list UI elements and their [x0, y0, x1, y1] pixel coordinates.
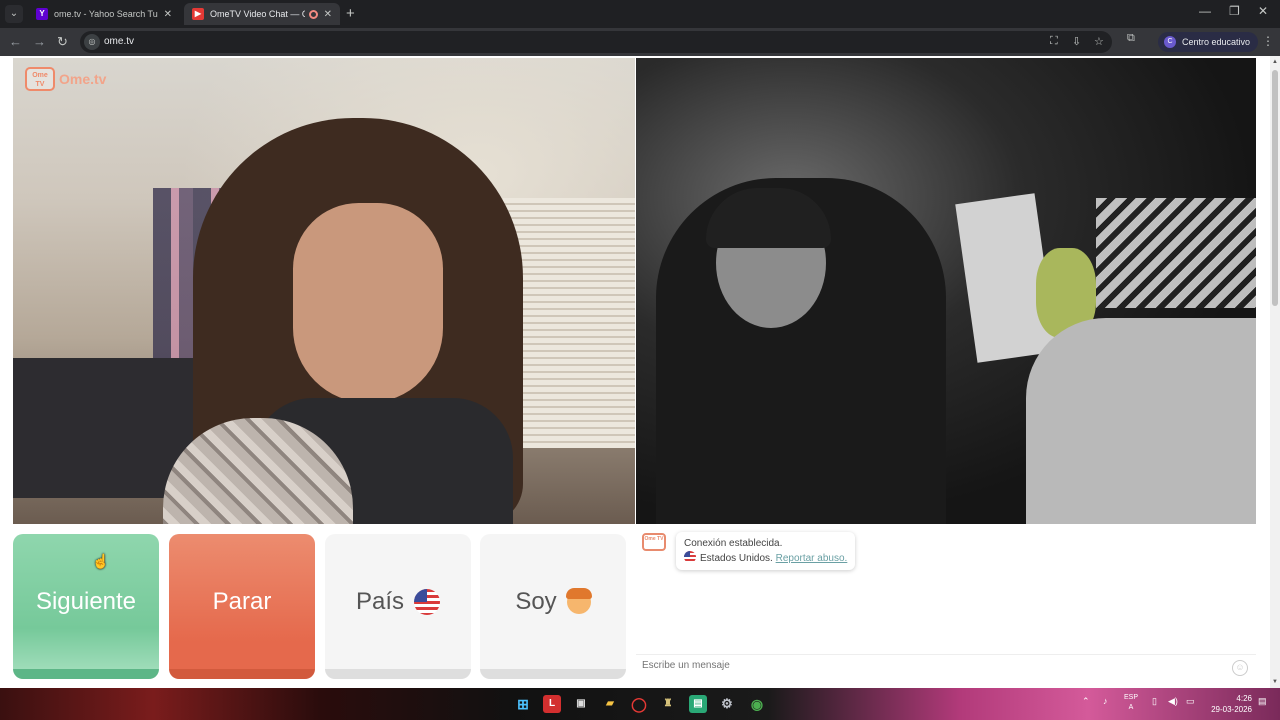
- file-explorer-icon[interactable]: ▰: [601, 695, 619, 713]
- notification-icon[interactable]: ▤: [1258, 696, 1267, 707]
- opera-icon[interactable]: ◯: [630, 695, 648, 713]
- person-face: [293, 203, 443, 403]
- next-button-label: Siguiente: [35, 587, 137, 615]
- translate-icon[interactable]: ⛶: [1050, 35, 1058, 48]
- window-close-icon[interactable]: ✕: [1258, 4, 1268, 18]
- partner-country: Estados Unidos.: [700, 553, 773, 564]
- local-video: Ome TV Ome.tv: [13, 58, 635, 524]
- menu-kebab-icon[interactable]: ⋮: [1262, 34, 1274, 48]
- report-abuse-link[interactable]: Reportar abuso.: [776, 553, 848, 564]
- recording-icon: [308, 9, 318, 19]
- browser-toolbar: ← → ↻ ◎ ome.tv ⛶ ⇩ ☆ ⧉ C Centro educativ…: [0, 28, 1280, 56]
- chat-panel: Ome TV Conexión establecida. Estados Uni…: [636, 526, 1256, 682]
- system-message: Conexión establecida. Estados Unidos. Re…: [676, 532, 856, 570]
- tray-chevron-icon[interactable]: ⌃: [1082, 696, 1090, 707]
- extensions-icon[interactable]: ⧉: [1127, 32, 1135, 45]
- reload-icon[interactable]: ↻: [57, 34, 68, 50]
- tray-app-icon[interactable]: ▯: [1152, 696, 1157, 707]
- gender-button-label: Soy: [515, 587, 557, 615]
- address-bar[interactable]: ◎ ome.tv ⛶ ⇩ ☆: [80, 31, 1112, 53]
- tab-ometv[interactable]: ▶ OmeTV Video Chat — Ome ✕: [184, 3, 340, 25]
- us-flag-icon: [684, 551, 696, 563]
- battery-icon[interactable]: ▭: [1186, 696, 1195, 707]
- mouse-cursor-icon: ☝: [92, 553, 110, 569]
- yahoo-icon: Y: [36, 8, 48, 20]
- country-button[interactable]: País: [325, 534, 471, 679]
- page-scrollbar[interactable]: ▲ ▼: [1270, 56, 1280, 688]
- scroll-down-icon[interactable]: ▼: [1271, 678, 1279, 686]
- close-icon[interactable]: ✕: [324, 9, 332, 20]
- country-button-label: País: [355, 587, 405, 615]
- windows-taskbar: ⊞ L ▣ ▰ ◯ ♜ ▤ ⚙ ◉ ⌃ ♪ ESP A ▯ ◀) ▭ 4:26 …: [0, 688, 1280, 720]
- gender-button[interactable]: Soy: [480, 534, 626, 679]
- next-button[interactable]: Siguiente: [13, 534, 159, 679]
- back-icon[interactable]: ←: [9, 34, 22, 49]
- boy-emoji-icon: [565, 587, 592, 614]
- app-icon[interactable]: ▤: [689, 695, 707, 713]
- close-icon[interactable]: ✕: [164, 9, 172, 20]
- bed: [13, 358, 193, 498]
- remote-person: [656, 178, 946, 524]
- us-flag-icon: [414, 588, 441, 615]
- connection-status: Conexión establecida.: [684, 538, 783, 549]
- stop-button[interactable]: Parar: [169, 534, 315, 679]
- avatar: C: [1164, 36, 1176, 48]
- tab-search-icon[interactable]: ⌄: [5, 5, 23, 23]
- profile-label: Centro educativo: [1182, 37, 1251, 47]
- restore-icon[interactable]: ❐: [1229, 4, 1240, 18]
- l-app-icon[interactable]: L: [543, 695, 561, 713]
- logo-text: Ome.tv: [59, 71, 107, 87]
- scroll-thumb[interactable]: [1272, 70, 1278, 306]
- microphone-icon[interactable]: ♪: [1103, 696, 1108, 706]
- windows-start-icon[interactable]: ⊞: [514, 695, 532, 713]
- store-icon[interactable]: ▣: [572, 695, 590, 713]
- volume-icon[interactable]: ◀): [1168, 696, 1178, 707]
- chat-input-row: ☺: [636, 654, 1256, 680]
- logo-icon: Ome TV: [25, 67, 55, 91]
- remote-video: [636, 58, 1256, 524]
- tab-title: ome.tv - Yahoo Search Tus resu: [54, 9, 158, 19]
- install-app-icon[interactable]: ⇩: [1072, 35, 1081, 48]
- page-content: Ome TV Ome.tv Siguiente Parar País Soy ☝…: [0, 56, 1270, 688]
- tab-title: OmeTV Video Chat — Ome: [210, 9, 305, 19]
- url-text[interactable]: ome.tv: [104, 36, 134, 47]
- scroll-up-icon[interactable]: ▲: [1271, 58, 1279, 66]
- system-clock[interactable]: 4:26 29-03-2026: [1206, 693, 1252, 715]
- game-icon[interactable]: ♜: [659, 695, 677, 713]
- settings-gear-icon[interactable]: ⚙: [718, 695, 736, 713]
- site-info-icon[interactable]: ◎: [84, 34, 100, 50]
- new-tab-icon[interactable]: +: [346, 5, 355, 23]
- ometv-chat-logo-icon: Ome TV: [642, 533, 666, 551]
- stop-button-label: Parar: [212, 587, 272, 615]
- bookmark-star-icon[interactable]: ☆: [1094, 35, 1104, 48]
- ometv-logo[interactable]: Ome TV Ome.tv: [25, 67, 106, 91]
- minimize-icon[interactable]: —: [1199, 4, 1211, 18]
- message-input[interactable]: [642, 660, 1202, 671]
- profile-button[interactable]: C Centro educativo: [1158, 32, 1259, 52]
- emoji-picker-icon[interactable]: ☺: [1232, 660, 1248, 676]
- ometv-icon: ▶: [192, 8, 204, 20]
- tab-yahoo-search[interactable]: Y ome.tv - Yahoo Search Tus resu ✕: [28, 3, 180, 25]
- chrome-icon[interactable]: ◉: [748, 695, 766, 713]
- tab-strip: ⌄ Y ome.tv - Yahoo Search Tus resu ✕ ▶ O…: [0, 0, 1280, 28]
- forward-icon[interactable]: →: [33, 34, 46, 49]
- language-indicator[interactable]: ESP A: [1124, 693, 1138, 713]
